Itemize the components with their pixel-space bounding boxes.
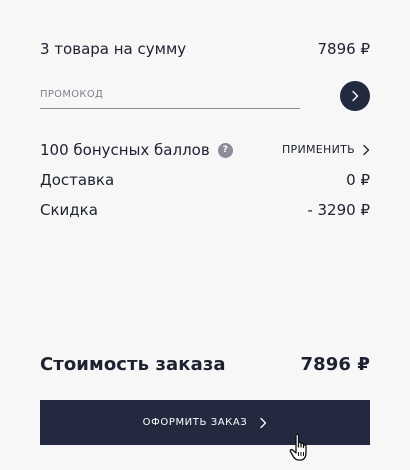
chevron-right-icon xyxy=(363,144,370,156)
apply-bonus-label: ПРИМЕНИТЬ xyxy=(281,143,355,156)
checkout-button-label: ОФОРМИТЬ ЗАКАЗ xyxy=(142,417,248,428)
delivery-row: Доставка 0 ₽ xyxy=(40,169,370,191)
discount-row: Скидка - 3290 ₽ xyxy=(40,199,370,221)
apply-bonus-link[interactable]: ПРИМЕНИТЬ xyxy=(282,139,370,161)
discount-amount: - 3290 ₽ xyxy=(307,201,370,219)
bonus-row: 100 бонусных баллов ? ПРИМЕНИТЬ xyxy=(40,139,370,161)
items-total-amount: 7896 ₽ xyxy=(317,40,371,58)
promo-code-field[interactable] xyxy=(40,81,300,109)
checkout-button[interactable]: ОФОРМИТЬ ЗАКАЗ xyxy=(40,400,370,445)
chevron-right-icon xyxy=(352,90,359,102)
delivery-label: Доставка xyxy=(40,171,115,189)
order-total-amount: 7896 ₽ xyxy=(300,353,370,375)
promo-submit-button[interactable] xyxy=(340,81,370,111)
items-total-label: 3 товара на сумму xyxy=(40,40,187,58)
order-total-row: Стоимость заказа 7896 ₽ xyxy=(40,350,370,378)
chevron-right-icon xyxy=(260,417,267,428)
bonus-label: 100 бонусных баллов xyxy=(40,141,210,159)
discount-label: Скидка xyxy=(40,201,98,219)
help-icon[interactable]: ? xyxy=(217,142,233,158)
order-total-label: Стоимость заказа xyxy=(40,353,226,375)
delivery-amount: 0 ₽ xyxy=(346,171,370,189)
promo-code-input[interactable] xyxy=(40,81,300,109)
items-total-row: 3 товара на сумму 7896 ₽ xyxy=(40,38,370,60)
